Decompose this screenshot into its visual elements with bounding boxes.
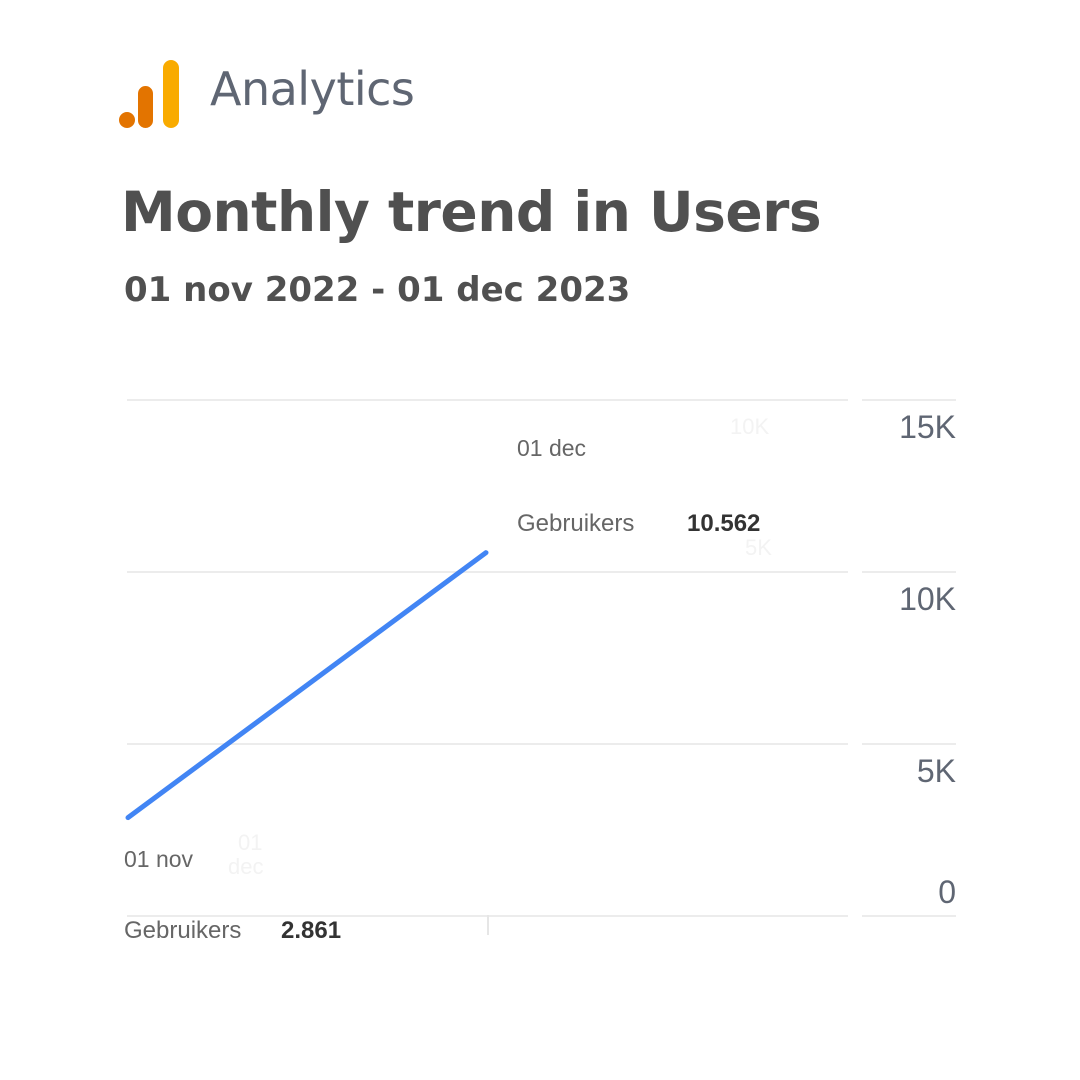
tooltip-dec-date: 01 dec bbox=[517, 435, 586, 461]
y-tick-label: 15K bbox=[899, 409, 956, 445]
users-line-chart: 10K 5K 01 dec 0 5K 10K 15K 01 dec Gebruiker… bbox=[124, 399, 956, 944]
tooltip-nov-value: 2.861 bbox=[281, 917, 341, 944]
tooltip-dec: 01 dec Gebruikers 10.562 bbox=[517, 435, 760, 537]
faded-background-labels: 10K 5K 01 dec bbox=[228, 414, 772, 879]
tooltip-dec-value: 10.562 bbox=[687, 510, 760, 537]
ghost-label-dec: 01 bbox=[238, 830, 262, 855]
y-tick-label: 0 bbox=[938, 874, 956, 910]
series-line-gebruikers bbox=[125, 550, 489, 821]
ghost-label-5k: 5K bbox=[745, 535, 772, 560]
x-tick-label-nov: 01 nov bbox=[124, 846, 194, 872]
tooltip-nov-label: Gebruikers bbox=[124, 917, 241, 944]
y-tick-label: 5K bbox=[917, 753, 956, 789]
ghost-label-10k: 10K bbox=[730, 414, 769, 439]
tooltip-dec-label: Gebruikers bbox=[517, 510, 634, 537]
ghost-label-dec-2: dec bbox=[228, 854, 263, 879]
y-axis: 0 5K 10K 15K bbox=[899, 409, 956, 910]
y-tick-label: 10K bbox=[899, 581, 956, 617]
